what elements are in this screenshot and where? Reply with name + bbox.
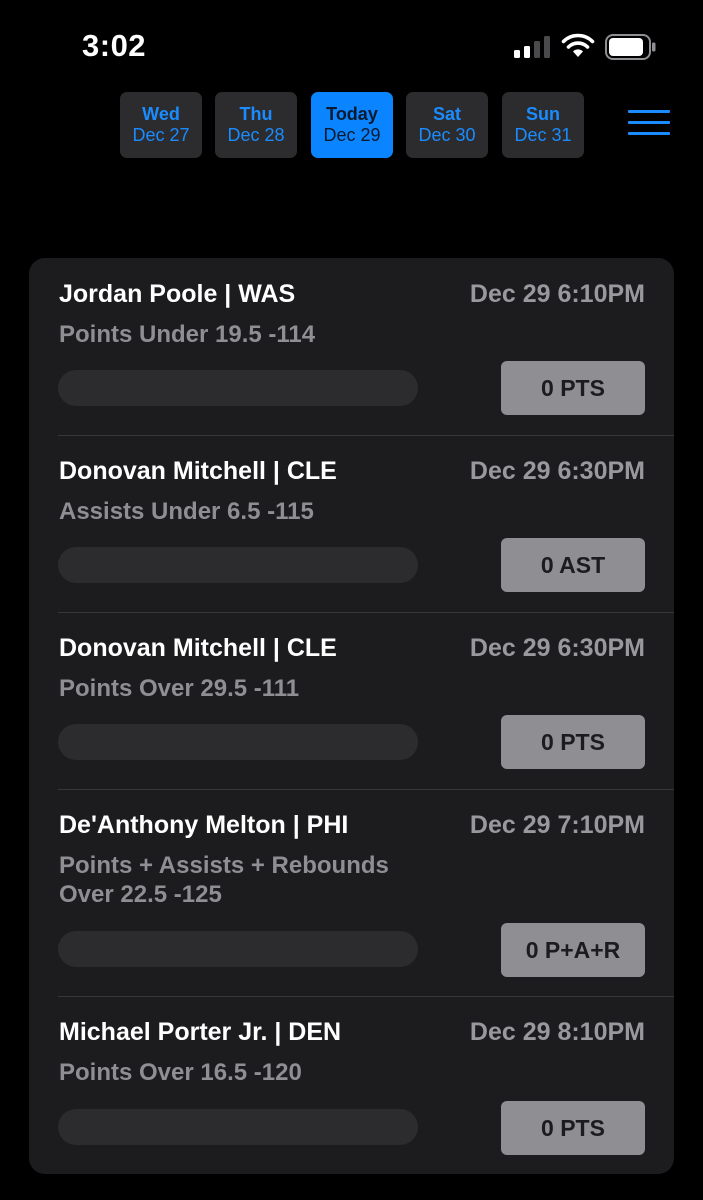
player-team: Donovan Mitchell | CLE <box>59 457 337 485</box>
game-time: Dec 29 6:10PM <box>469 280 645 308</box>
pick-card[interactable]: Jordan Poole | WAS Dec 29 6:10PM Points … <box>29 258 674 435</box>
progress-bar <box>58 547 418 583</box>
date-tab-date: Dec 30 <box>418 125 476 145</box>
pick-card[interactable]: De'Anthony Melton | PHI Dec 29 7:10PM Po… <box>29 789 674 996</box>
bet-market: Assists Under 6.5 -115 <box>59 498 314 525</box>
bet-market: Points Over 16.5 -120 <box>59 1059 302 1086</box>
bet-market: Points Under 19.5 -114 <box>59 321 316 348</box>
date-tab-date: Dec 31 <box>514 125 572 145</box>
stat-badge[interactable]: 0 PTS <box>501 1101 645 1155</box>
game-time: Dec 29 6:30PM <box>469 634 645 662</box>
game-time: Dec 29 8:10PM <box>469 1018 645 1046</box>
progress-bar <box>58 370 418 406</box>
player-team: De'Anthony Melton | PHI <box>59 811 349 839</box>
date-tab-thu[interactable]: Thu Dec 28 <box>215 92 297 158</box>
wifi-icon <box>561 33 595 57</box>
game-time: Dec 29 6:30PM <box>469 457 645 485</box>
date-tab-today[interactable]: Today Dec 29 <box>311 92 393 158</box>
date-tab-date: Dec 29 <box>323 125 381 145</box>
stat-badge[interactable]: 0 P+A+R <box>501 923 645 977</box>
hamburger-menu-icon[interactable] <box>628 110 670 138</box>
date-tab-day: Thu <box>239 104 273 124</box>
stat-badge[interactable]: 0 PTS <box>501 715 645 769</box>
date-tab-day: Sun <box>526 104 560 124</box>
stat-badge[interactable]: 0 PTS <box>501 361 645 415</box>
cellular-signal-icon <box>514 36 550 58</box>
date-tab-day: Today <box>326 104 378 124</box>
player-team: Donovan Mitchell | CLE <box>59 634 337 662</box>
pick-card[interactable]: Donovan Mitchell | CLE Dec 29 6:30PM Poi… <box>29 612 674 789</box>
player-team: Jordan Poole | WAS <box>59 280 296 308</box>
date-tab-date: Dec 28 <box>227 125 285 145</box>
game-time: Dec 29 7:10PM <box>469 811 645 839</box>
progress-bar <box>58 724 418 760</box>
stat-badge[interactable]: 0 AST <box>501 538 645 592</box>
pick-card[interactable]: Michael Porter Jr. | DEN Dec 29 8:10PM P… <box>29 996 674 1174</box>
bet-market: Points + Assists + Rebounds Over 22.5 -1… <box>59 852 389 908</box>
date-tab-wed[interactable]: Wed Dec 27 <box>120 92 202 158</box>
date-tab-day: Wed <box>142 104 180 124</box>
date-tab-day: Sat <box>432 104 461 124</box>
date-tab-sun[interactable]: Sun Dec 31 <box>502 92 584 158</box>
date-tab-date: Dec 27 <box>132 125 190 145</box>
picks-list: Jordan Poole | WAS Dec 29 6:10PM Points … <box>29 258 674 1174</box>
player-team: Michael Porter Jr. | DEN <box>59 1018 342 1046</box>
status-time: 3:02 <box>82 28 147 63</box>
date-tab-sat[interactable]: Sat Dec 30 <box>406 92 488 158</box>
app-screen: 3:02 Wed Dec 27 Thu Dec 28 Today Dec 29 … <box>0 0 703 1200</box>
pick-card[interactable]: Donovan Mitchell | CLE Dec 29 6:30PM Ass… <box>29 435 674 612</box>
status-bar: 3:02 <box>0 0 703 95</box>
battery-icon <box>605 34 656 60</box>
progress-bar <box>58 931 418 967</box>
progress-bar <box>58 1109 418 1145</box>
bet-market: Points Over 29.5 -111 <box>59 675 300 702</box>
